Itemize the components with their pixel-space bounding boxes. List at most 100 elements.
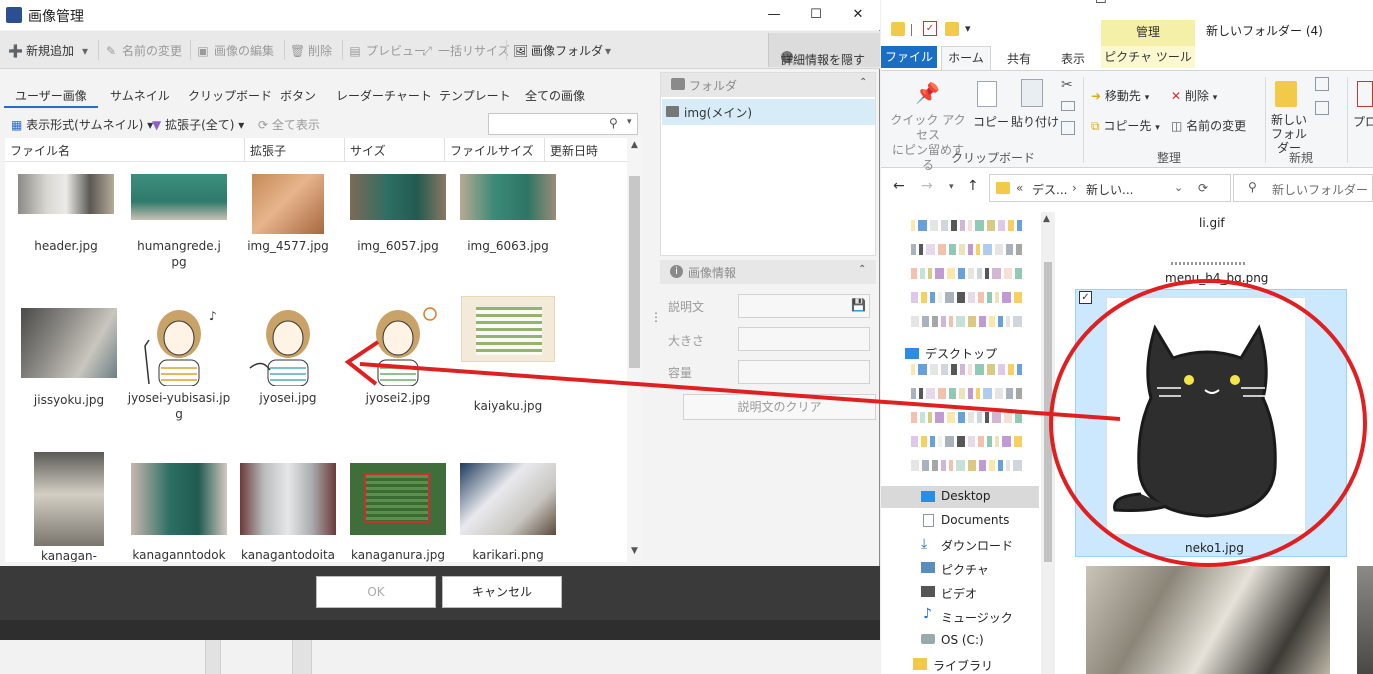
copy-button[interactable]: コピー [973, 113, 1009, 130]
file-item-img6063[interactable]: img_6063.jpg [454, 174, 562, 254]
delete-button[interactable]: 🗑 削除 [290, 42, 332, 60]
add-new-button[interactable]: ➕ 新規追加 ▾ [8, 42, 88, 60]
refresh-icon[interactable]: ⟳ [1198, 181, 1208, 195]
nav-item-pictures[interactable]: ピクチャ [941, 561, 989, 578]
properties-button[interactable]: プロ [1353, 113, 1373, 130]
column-modified[interactable]: 更新日時 [550, 142, 598, 159]
scroll-up-arrow-icon[interactable]: ▲ [627, 140, 642, 154]
breadcrumb-overflow[interactable]: « [1016, 181, 1023, 195]
tab-all-images[interactable]: 全ての画像 [525, 87, 585, 104]
show-all-button[interactable]: ⟳ 全て表示 [258, 116, 320, 133]
minimize-button[interactable]: — [764, 5, 784, 25]
easy-access-icon[interactable] [1315, 101, 1329, 115]
file-item-kanaganura[interactable]: kanaganura.jpg [344, 463, 452, 562]
forward-arrow-icon[interactable]: → [921, 178, 933, 194]
file-item-humangrede[interactable]: humangrede.jpg [125, 174, 233, 270]
nav-item-music[interactable]: ミュージック [941, 609, 1013, 626]
paste-button[interactable]: 貼り付け [1011, 113, 1059, 130]
filter-search-input[interactable]: ⚲ ▾ [488, 113, 638, 135]
nav-item-desktop-jp[interactable]: デスクトップ [925, 345, 997, 362]
scroll-down-arrow-icon[interactable]: ▼ [627, 546, 642, 560]
bulk-resize-button[interactable]: ⤢ 一括リサイズ [420, 42, 509, 60]
tab-radar-chart[interactable]: レーダーチャート [336, 87, 432, 104]
recent-locations-icon[interactable]: ▾ [949, 182, 954, 192]
file-item-header[interactable]: header.jpg [12, 174, 120, 254]
description-field[interactable]: 💾 [738, 294, 870, 318]
file-item-kaiyaku[interactable]: kaiyaku.jpg [454, 296, 562, 414]
image-folder-button[interactable]: 🖼 画像フォルダ ▾ [513, 42, 611, 60]
collapse-icon[interactable]: ⌃ [859, 77, 867, 88]
nav-item-downloads[interactable]: ダウンロード [941, 537, 1013, 554]
search-box[interactable]: ⚲ 新しいフォルダー (4)の... [1233, 174, 1373, 202]
file-name-neko1[interactable]: neko1.jpg [1185, 541, 1244, 555]
file-item-jyosei[interactable]: jyosei.jpg [234, 298, 342, 406]
nav-item-desktop[interactable]: Desktop [941, 489, 991, 503]
cancel-button[interactable]: キャンセル [442, 576, 562, 608]
file-item-jyosei-yubisasi[interactable]: ♪ jyosei-yubisasi.jpg [125, 298, 233, 422]
scrollbar-thumb[interactable] [1044, 262, 1052, 562]
edit-image-button[interactable]: ▣ 画像の編集 [196, 42, 274, 60]
address-bar[interactable]: « デス... › 新しい... ⌄ ⟳ [989, 174, 1231, 202]
ok-button[interactable]: OK [316, 576, 436, 608]
up-arrow-icon[interactable]: ↑ [967, 178, 979, 194]
ribbon-tab-file[interactable]: ファイル [881, 46, 937, 68]
scroll-up-arrow-icon[interactable]: ▲ [1043, 214, 1050, 224]
maximize-button[interactable]: ☐ [1095, 0, 1107, 7]
ribbon-tab-home[interactable]: ホーム [941, 46, 991, 70]
cut-icon[interactable]: ✂ [1061, 77, 1073, 93]
column-filename[interactable]: ファイル名 [10, 142, 70, 159]
preview-button[interactable]: ▤ プレビュー [348, 42, 426, 60]
toggle-details-button[interactable]: 詳細情報を隠す [768, 33, 880, 67]
file-list-scrollbar[interactable]: ▲ ▼ [627, 138, 642, 562]
minimize-button[interactable]: — [1045, 0, 1058, 7]
file-item-kanagantodoita[interactable]: kanagantodoita [234, 463, 342, 562]
collapse-icon[interactable]: ⌃ [858, 264, 866, 275]
tab-clipboard[interactable]: クリップボード [188, 87, 272, 104]
copy-path-icon[interactable] [1061, 101, 1075, 111]
rename-button[interactable]: ✎ 名前の変更 [104, 42, 182, 60]
breadcrumb-new-folder[interactable]: 新しい... [1086, 181, 1133, 198]
tab-user-images[interactable]: ユーザー画像 [15, 87, 87, 104]
file-item-img6057[interactable]: img_6057.jpg [344, 174, 452, 254]
file-item-karikari[interactable]: karikari.png [454, 463, 562, 562]
splitter-handle-icon[interactable]: ⋮ [650, 310, 662, 324]
ribbon-tab-share[interactable]: 共有 [1007, 50, 1031, 67]
save-icon[interactable]: 💾 [851, 298, 866, 312]
file-item-kanagan[interactable]: kanagan- [15, 452, 123, 562]
cat-photo-thumbnail[interactable] [1086, 566, 1330, 674]
breadcrumb-desktop[interactable]: デス... [1032, 181, 1067, 198]
column-extension[interactable]: 拡張子 [250, 142, 286, 159]
clear-description-button[interactable]: 説明文のクリア [683, 394, 876, 420]
maximize-button[interactable]: ☐ [806, 5, 826, 25]
nav-item-documents[interactable]: Documents [941, 513, 1009, 527]
file-item-img4577[interactable]: img_4577.jpg [234, 174, 342, 254]
file-name-menu-h4-bg[interactable]: menu_h4_bg.png [1165, 271, 1268, 285]
context-tab-manage[interactable]: 管理 [1101, 20, 1195, 46]
nav-item-libraries[interactable]: ライブラリ [933, 657, 993, 674]
tab-templates[interactable]: テンプレート [439, 87, 511, 104]
column-file-size[interactable]: ファイルサイズ [450, 142, 534, 159]
file-item-kanaganntodok[interactable]: kanaganntodok [125, 463, 233, 562]
back-arrow-icon[interactable]: ← [893, 178, 905, 194]
new-folder-icon[interactable] [945, 22, 959, 36]
ribbon-tab-view[interactable]: 表示 [1061, 50, 1085, 67]
folder-item-main[interactable]: img(メイン) [662, 99, 875, 125]
properties-check-icon[interactable]: ✓ [923, 21, 937, 36]
address-dropdown-icon[interactable]: ⌄ [1174, 181, 1183, 194]
tab-buttons[interactable]: ボタン [280, 87, 316, 104]
file-item-jissyoku[interactable]: jissyoku.jpg [15, 308, 123, 408]
selection-checkbox[interactable]: ✓ [1079, 291, 1092, 304]
close-button[interactable]: ✕ [848, 5, 868, 25]
column-size[interactable]: サイズ [350, 142, 386, 159]
new-item-icon[interactable] [1315, 77, 1329, 91]
file-name-li-gif[interactable]: li.gif [1199, 216, 1225, 230]
file-item-jyosei2[interactable]: jyosei2.jpg [344, 298, 452, 406]
nav-item-os-drive[interactable]: OS (C:) [941, 633, 984, 647]
context-tab-picture-tools[interactable]: ピクチャ ツール [1101, 46, 1195, 68]
view-format-dropdown[interactable]: ▦ 表示形式(サムネイル) ▾ [11, 116, 153, 133]
customize-quick-access-icon[interactable]: ▾ [965, 22, 971, 35]
move-to-button[interactable]: ➜ 移動先 ▾ [1091, 87, 1149, 104]
nav-item-videos[interactable]: ビデオ [941, 585, 977, 602]
extension-filter-dropdown[interactable]: ▼ 拡張子(全て) ▾ [152, 116, 244, 133]
paste-shortcut-icon[interactable] [1061, 121, 1075, 135]
